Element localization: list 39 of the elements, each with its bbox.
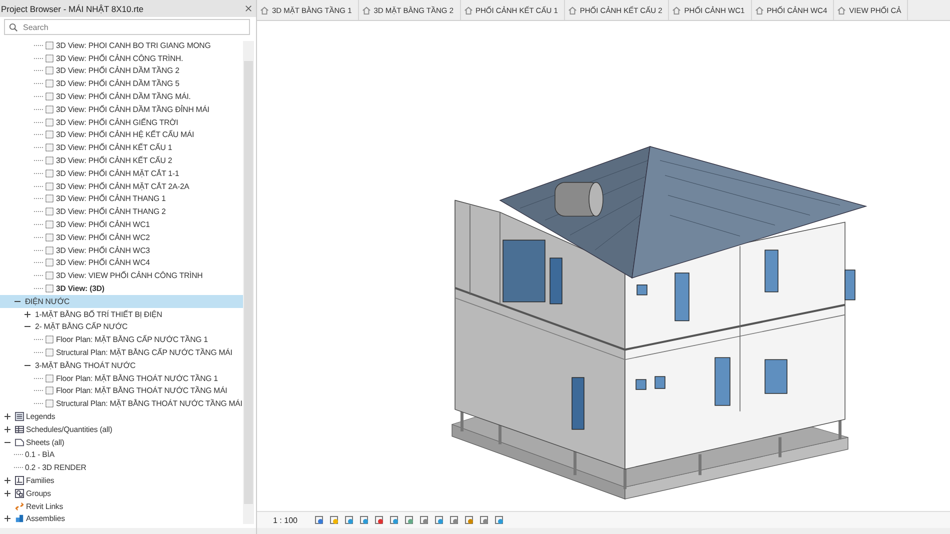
house-icon <box>464 6 472 14</box>
view-control-icon[interactable] <box>419 515 430 525</box>
expand-icon[interactable] <box>4 476 11 484</box>
close-icon[interactable] <box>245 5 252 12</box>
house-icon <box>362 6 371 14</box>
view-control-icon[interactable] <box>329 515 340 525</box>
house-icon <box>672 6 682 14</box>
chain-link-icon <box>15 502 24 511</box>
expand-icon[interactable] <box>4 515 11 522</box>
view-control-icon[interactable] <box>434 515 444 525</box>
view-control-icon[interactable] <box>464 515 474 525</box>
view-scale[interactable]: 1 : 100 <box>273 516 298 524</box>
view-control-icon[interactable] <box>374 515 384 525</box>
search-field[interactable]: Search <box>4 19 250 35</box>
expand-icon[interactable] <box>4 490 11 497</box>
scrollbar-thumb[interactable] <box>244 61 253 504</box>
house-icon <box>260 6 269 14</box>
expand-icon[interactable] <box>4 426 11 433</box>
expand-icon[interactable] <box>24 310 31 318</box>
view-control-icon[interactable] <box>449 515 460 525</box>
view-control-icon[interactable] <box>314 515 324 525</box>
house-icon <box>754 6 764 14</box>
sheet-icon <box>15 438 24 447</box>
assembly-icon <box>15 514 24 524</box>
house-icon <box>568 6 577 14</box>
table-icon <box>15 424 24 434</box>
group-icon <box>15 488 24 498</box>
view-control-icon[interactable] <box>404 515 414 525</box>
scrollbar[interactable] <box>243 41 254 524</box>
view-control-icon[interactable] <box>479 515 490 525</box>
view-control-icon[interactable] <box>494 515 504 525</box>
view-control-icon[interactable] <box>359 515 370 525</box>
view-control-icon[interactable] <box>389 515 400 525</box>
expand-icon[interactable] <box>4 413 11 420</box>
family-icon <box>15 476 24 485</box>
panel-title: Project Browser - MÁI NHẬT 8X10.rte <box>1 4 144 14</box>
house-icon <box>837 6 846 14</box>
view-control-icon[interactable] <box>344 515 354 525</box>
legend-icon <box>15 412 24 421</box>
